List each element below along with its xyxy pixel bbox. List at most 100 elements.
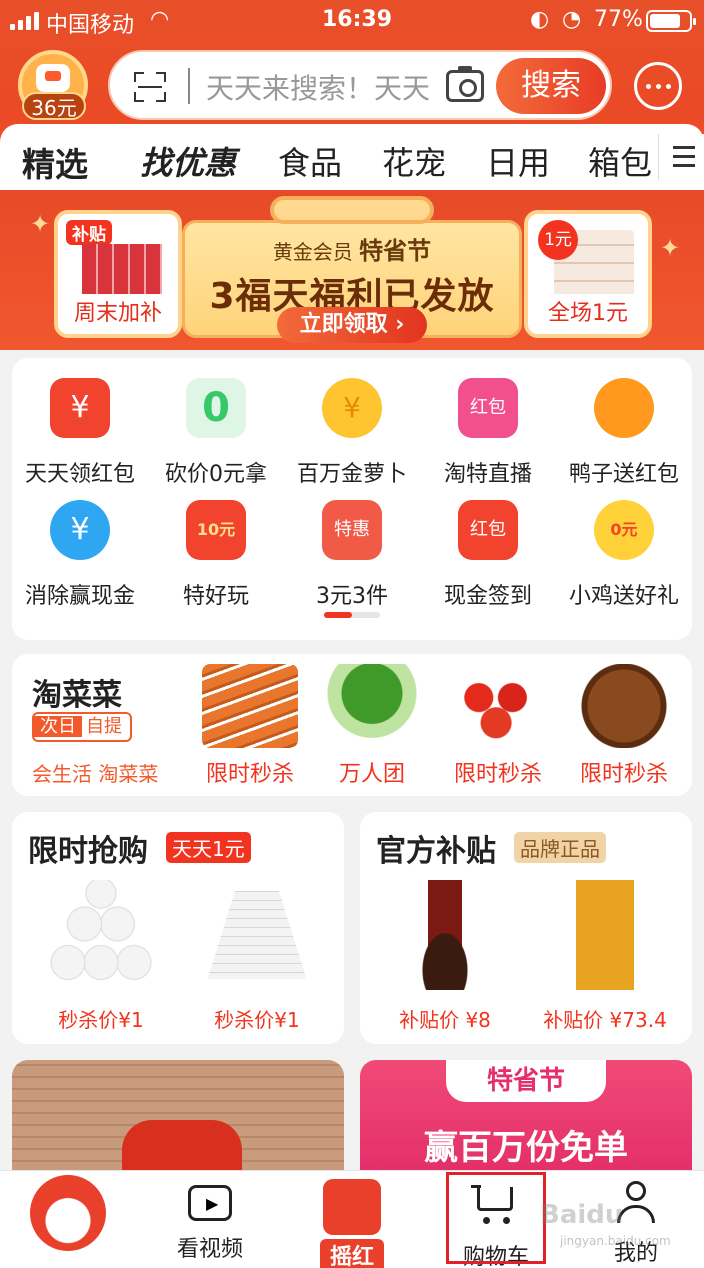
product-chestnut[interactable]: 限时秒杀 bbox=[564, 664, 684, 788]
tomato-image bbox=[450, 664, 546, 748]
search-button[interactable]: 搜索 bbox=[496, 58, 606, 114]
tab-bags[interactable]: 箱包 bbox=[588, 138, 652, 184]
chili-image bbox=[122, 1120, 242, 1172]
grid-item-label: 百万金萝卜 bbox=[296, 462, 407, 487]
tab-pets[interactable]: 花宠 bbox=[382, 138, 446, 184]
grid-item-bargain[interactable]: 0 砍价0元拿 bbox=[148, 378, 284, 488]
one-yuan-caption: 全场1元 bbox=[528, 294, 648, 334]
zero-yuan-icon: 0 bbox=[186, 378, 246, 438]
taocaicai-section[interactable]: 淘菜菜 次日 自提 会生活 淘菜菜 限时秒杀 万人团 限时秒杀 限时秒杀 bbox=[12, 654, 692, 796]
carrier-name: 中国移动 bbox=[46, 13, 135, 38]
grid-item-label: 3元3件 bbox=[316, 584, 388, 609]
live-stream-icon: 红包 bbox=[458, 378, 518, 438]
feature-grid: ¥ 天天领红包 0 砍价0元拿 ¥ 百万金萝卜 红包 淘特直播 鸭子送红包 ¥ … bbox=[12, 358, 692, 640]
grid-item-live[interactable]: 红包 淘特直播 bbox=[420, 378, 556, 488]
flash-sale-tag: 天天1元 bbox=[166, 832, 251, 863]
ribbon-bow bbox=[270, 196, 434, 224]
status-bar: 中国移动 ◠ 16:39 ◐ ◔ 77% bbox=[0, 0, 704, 42]
sparkle-icon: ✦ bbox=[30, 210, 51, 238]
flash-item-price: 秒杀价¥1 bbox=[214, 1008, 300, 1032]
chick-icon: 0元 bbox=[594, 500, 654, 560]
grid-item-duck[interactable]: 鸭子送红包 bbox=[556, 378, 692, 488]
product-label: 万人团 bbox=[338, 762, 405, 787]
juice-boxes-image bbox=[82, 244, 162, 298]
star-game-icon: ¥ bbox=[50, 500, 110, 560]
grid-item-label: 特好玩 bbox=[182, 584, 249, 609]
chili-promo-image[interactable] bbox=[12, 1060, 344, 1172]
flash-item-toilet-paper[interactable]: 秒杀价¥1 bbox=[26, 880, 176, 1033]
tab-food[interactable]: 食品 bbox=[278, 138, 342, 184]
search-divider bbox=[188, 68, 190, 104]
page-indicator bbox=[324, 612, 380, 618]
alarm-icon: ◔ bbox=[562, 7, 582, 32]
taocaicai-slogan: 会生活 淘菜菜 bbox=[32, 762, 159, 786]
claim-button-label: 立即领取 bbox=[299, 312, 388, 337]
grid-item-label: 现金签到 bbox=[443, 584, 532, 609]
grid-item-label: 淘特直播 bbox=[443, 462, 532, 487]
product-tomato[interactable]: 限时秒杀 bbox=[438, 664, 558, 788]
pickup-badge: 次日 自提 bbox=[32, 712, 132, 742]
scan-icon[interactable] bbox=[134, 72, 166, 102]
search-bar[interactable]: 天天来搜索！天天 搜索 bbox=[108, 50, 612, 120]
status-time: 16:39 bbox=[322, 7, 393, 32]
claim-button[interactable]: 立即领取 › bbox=[277, 307, 427, 343]
festival-card[interactable]: 黄金会员 特省节 3福天福利已发放 立即领取 › bbox=[182, 220, 522, 343]
flash-sale-card[interactable]: 限时抢购 天天1元 秒杀价¥1 秒杀价¥1 bbox=[12, 812, 344, 1044]
grid-item-match-game[interactable]: ¥ 消除赢现金 bbox=[12, 500, 148, 610]
one-yuan-badge: 1元 bbox=[538, 220, 578, 260]
pickup-badge-text: 自提 bbox=[86, 716, 122, 737]
grid-item-cash-checkin[interactable]: 红包 现金签到 bbox=[420, 500, 556, 610]
one-yuan-card[interactable]: 1元 全场1元 bbox=[524, 210, 652, 338]
grid-item-label: 鸭子送红包 bbox=[568, 462, 679, 487]
menu-icon[interactable] bbox=[658, 134, 704, 180]
free-order-promo[interactable]: 特省节 赢百万份免单 bbox=[360, 1060, 692, 1172]
red-envelope-icon: ¥ bbox=[50, 378, 110, 438]
camera-icon[interactable] bbox=[446, 66, 484, 102]
tab-deals[interactable]: 找优惠 bbox=[140, 138, 236, 184]
sparkle-icon: ✦ bbox=[660, 234, 681, 262]
tab-shake-red-envelope[interactable]: 摇红包 bbox=[292, 1179, 412, 1268]
subsidy-tag: 补贴 bbox=[66, 220, 112, 245]
duck-icon bbox=[594, 378, 654, 438]
tab-label: 摇红包 bbox=[320, 1239, 384, 1268]
weekend-subsidy-card[interactable]: 补贴 周末加补 bbox=[54, 210, 182, 338]
baidu-watermark: Baidu bbox=[540, 1200, 624, 1230]
game-play-icon: 10元 bbox=[186, 500, 246, 560]
promo-title: 赢百万份免单 bbox=[424, 1128, 628, 1168]
grid-item-label: 小鸡送好礼 bbox=[568, 584, 679, 609]
message-icon[interactable] bbox=[634, 62, 682, 110]
search-input[interactable]: 天天来搜索！天天 bbox=[206, 67, 440, 107]
header: 中国移动 ◠ 16:39 ◐ ◔ 77% 36元 天天来搜索！天天 搜索 精选 … bbox=[0, 0, 704, 190]
subsidy-title: 官方补贴 bbox=[376, 834, 496, 869]
flash-item-trash-bags[interactable]: 秒杀价¥1 bbox=[182, 880, 332, 1033]
tab-home[interactable] bbox=[8, 1175, 128, 1251]
rotation-lock-icon: ◐ bbox=[530, 7, 550, 32]
battery-icon bbox=[646, 10, 696, 32]
subsidy-item-sauce[interactable]: 补贴价 ¥8 bbox=[370, 880, 520, 1033]
festival-label: 特省节 bbox=[359, 237, 432, 265]
brand-genuine-tag: 品牌正品 bbox=[514, 832, 606, 863]
grid-item-chick[interactable]: 0元 小鸡送好礼 bbox=[556, 500, 692, 610]
tab-daily[interactable]: 日用 bbox=[486, 138, 550, 184]
video-icon: ▶ bbox=[188, 1185, 232, 1221]
tab-video[interactable]: ▶ 看视频 bbox=[150, 1179, 270, 1263]
bok-choy-image bbox=[324, 664, 420, 748]
product-carrot[interactable]: 限时秒杀 bbox=[190, 664, 310, 788]
product-label: 限时秒杀 bbox=[579, 762, 668, 787]
official-subsidy-card[interactable]: 官方补贴 品牌正品 补贴价 ¥8 补贴价 ¥73.4 bbox=[360, 812, 692, 1044]
grid-item-label: 天天领红包 bbox=[24, 462, 135, 487]
shake-red-envelope-icon bbox=[323, 1179, 381, 1235]
grid-item-red-envelope[interactable]: ¥ 天天领红包 bbox=[12, 378, 148, 488]
tab-featured[interactable]: 精选 bbox=[22, 138, 88, 186]
member-label: 黄金会员 bbox=[272, 240, 353, 264]
product-bok-choy[interactable]: 万人团 bbox=[312, 664, 432, 788]
grid-item-gold-carrot[interactable]: ¥ 百万金萝卜 bbox=[284, 378, 420, 488]
category-tabs: 精选 找优惠 食品 花宠 日用 箱包 bbox=[0, 124, 704, 190]
grid-item-three-for-three[interactable]: 特惠 3元3件 bbox=[284, 500, 420, 610]
subsidy-item-oil[interactable]: 补贴价 ¥73.4 bbox=[530, 880, 680, 1033]
grid-item-fun[interactable]: 10元 特好玩 bbox=[148, 500, 284, 610]
oil-bottle-image bbox=[550, 880, 660, 990]
battery-percent: 77% bbox=[594, 7, 643, 32]
coin-amount-badge[interactable]: 36元 bbox=[22, 92, 86, 120]
chestnut-image bbox=[576, 664, 672, 748]
